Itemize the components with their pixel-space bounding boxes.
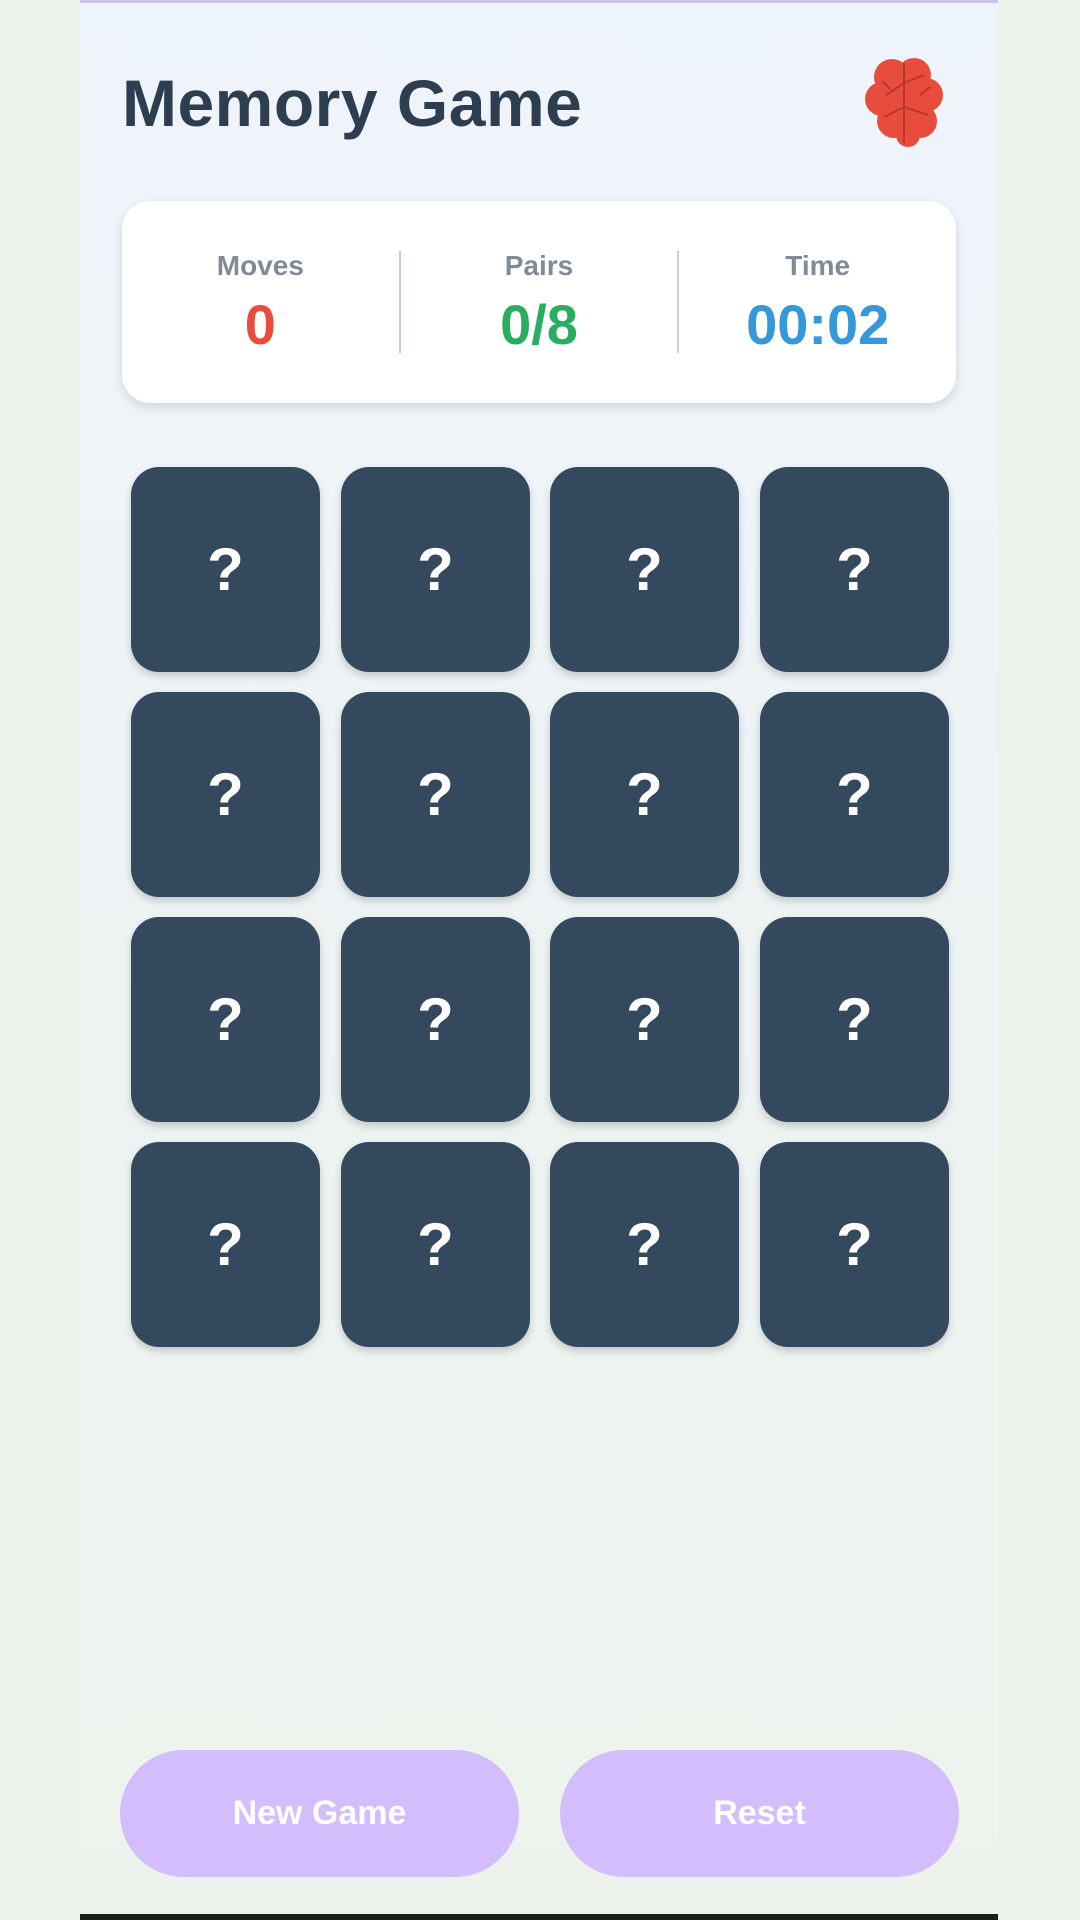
card-face: ? [207, 761, 244, 828]
side-gutter-left [0, 0, 80, 1920]
card-face: ? [417, 986, 454, 1053]
memory-card[interactable]: ? [760, 692, 949, 897]
card-face: ? [836, 986, 873, 1053]
stat-time-value: 00:02 [746, 293, 890, 356]
side-gutter-right [998, 0, 1080, 1920]
memory-card[interactable]: ? [760, 1142, 949, 1347]
stat-pairs: Pairs 0/8 [401, 242, 678, 362]
card-face: ? [417, 536, 454, 603]
memory-card[interactable]: ? [131, 692, 320, 897]
card-face: ? [626, 536, 663, 603]
stat-moves: Moves 0 [122, 242, 399, 362]
card-face: ? [836, 536, 873, 603]
memory-card[interactable]: ? [131, 1142, 320, 1347]
card-face: ? [207, 1211, 244, 1278]
card-face: ? [207, 986, 244, 1053]
stat-pairs-value: 0/8 [500, 293, 578, 356]
memory-card[interactable]: ? [760, 917, 949, 1122]
card-face: ? [626, 1211, 663, 1278]
memory-card[interactable]: ? [341, 692, 530, 897]
page-title: Memory Game [122, 66, 583, 140]
app-screen: Memory Game Moves 0 Pairs 0/8 Time 00:02… [80, 0, 998, 1920]
stat-pairs-label: Pairs [504, 250, 574, 281]
memory-card[interactable]: ? [550, 917, 739, 1122]
memory-card[interactable]: ? [760, 467, 949, 672]
navigation-bar [80, 1914, 998, 1920]
card-face: ? [626, 986, 663, 1053]
card-grid: ? ? ? ? ? ? ? ? ? ? ? ? ? ? ? ? [131, 467, 949, 1347]
memory-card[interactable]: ? [341, 1142, 530, 1347]
stat-time-label: Time [785, 250, 851, 281]
stat-time: Time 00:02 [679, 242, 956, 362]
memory-card[interactable]: ? [341, 917, 530, 1122]
reset-button[interactable]: Reset [560, 1750, 959, 1877]
memory-card[interactable]: ? [131, 917, 320, 1122]
card-face: ? [417, 1211, 454, 1278]
card-face: ? [417, 761, 454, 828]
memory-card[interactable]: ? [131, 467, 320, 672]
header: Memory Game [122, 55, 952, 155]
new-game-button[interactable]: New Game [120, 1750, 519, 1877]
card-face: ? [836, 761, 873, 828]
memory-card[interactable]: ? [550, 1142, 739, 1347]
stat-moves-value: 0 [244, 293, 276, 356]
card-face: ? [626, 761, 663, 828]
memory-card[interactable]: ? [341, 467, 530, 672]
stats-card: Moves 0 Pairs 0/8 Time 00:02 [122, 201, 956, 403]
stat-moves-label: Moves [216, 250, 304, 281]
memory-card[interactable]: ? [550, 692, 739, 897]
brain-icon [864, 55, 944, 151]
card-face: ? [836, 1211, 873, 1278]
card-face: ? [207, 536, 244, 603]
memory-card[interactable]: ? [550, 467, 739, 672]
